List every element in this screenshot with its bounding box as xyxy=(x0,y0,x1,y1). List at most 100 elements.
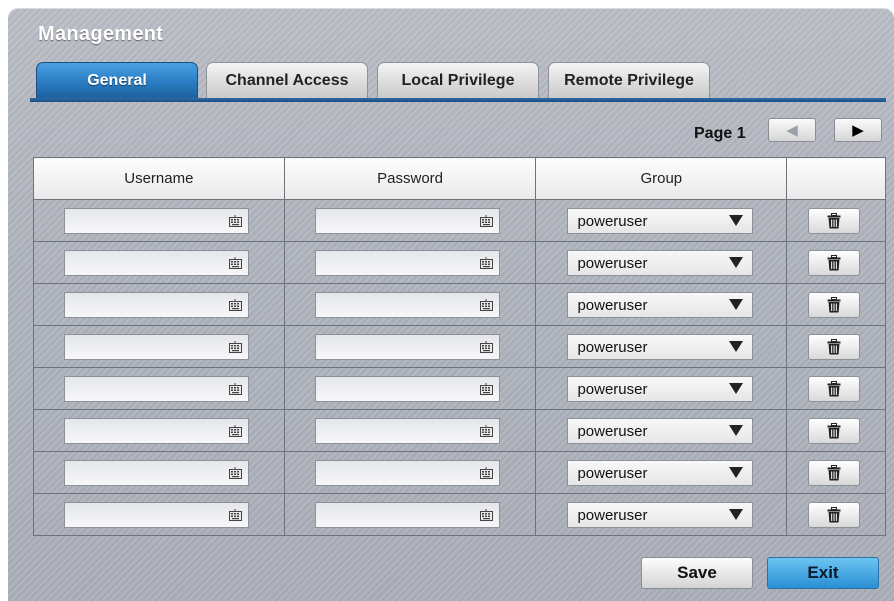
tab-general[interactable]: General xyxy=(36,62,198,99)
actions-cell xyxy=(786,493,886,536)
username-field[interactable] xyxy=(64,459,249,486)
password-field[interactable] xyxy=(314,249,500,276)
password-field[interactable] xyxy=(314,501,500,528)
chevron-down-icon xyxy=(729,214,744,226)
keyboard-icon[interactable] xyxy=(229,508,242,521)
keyboard-icon[interactable] xyxy=(229,298,242,311)
password-cell xyxy=(283,325,537,368)
group-select[interactable]: poweruser xyxy=(567,333,754,360)
table-row: poweruser xyxy=(33,451,886,494)
delete-button[interactable] xyxy=(808,249,861,276)
keyboard-icon[interactable] xyxy=(229,466,242,479)
arrow-left-icon: ◀ xyxy=(786,122,798,139)
password-cell xyxy=(283,241,537,284)
password-field[interactable] xyxy=(314,417,500,444)
group-cell: poweruser xyxy=(535,199,788,242)
user-table: Username Password Group poweruser powerus… xyxy=(33,157,886,536)
delete-button[interactable] xyxy=(808,459,861,486)
group-select[interactable]: poweruser xyxy=(567,249,754,276)
username-field[interactable] xyxy=(64,417,249,444)
password-field[interactable] xyxy=(314,459,500,486)
delete-button[interactable] xyxy=(808,375,861,402)
username-cell xyxy=(33,199,285,242)
keyboard-icon[interactable] xyxy=(479,298,493,311)
actions-cell xyxy=(786,241,886,284)
group-value: poweruser xyxy=(577,254,648,272)
tab-remote-privilege[interactable]: Remote Privilege xyxy=(548,62,710,99)
trash-icon xyxy=(827,464,841,481)
username-cell xyxy=(33,325,285,368)
delete-button[interactable] xyxy=(808,501,861,528)
group-select[interactable]: poweruser xyxy=(567,291,754,318)
password-cell xyxy=(283,283,537,326)
username-field[interactable] xyxy=(64,207,249,234)
group-cell: poweruser xyxy=(535,241,788,284)
password-cell xyxy=(283,199,537,242)
keyboard-icon[interactable] xyxy=(479,508,493,521)
save-button[interactable]: Save xyxy=(641,557,753,589)
group-value: poweruser xyxy=(577,506,648,524)
tab-channel-access[interactable]: Channel Access xyxy=(206,62,368,99)
keyboard-icon[interactable] xyxy=(479,466,493,479)
tab-label: Local Privilege xyxy=(401,72,515,89)
delete-button[interactable] xyxy=(808,333,861,360)
keyboard-icon[interactable] xyxy=(229,214,242,227)
group-cell: poweruser xyxy=(535,451,788,494)
delete-button[interactable] xyxy=(808,207,861,234)
delete-button[interactable] xyxy=(808,417,861,444)
table-row: poweruser xyxy=(33,241,886,284)
keyboard-icon[interactable] xyxy=(229,256,242,269)
keyboard-icon[interactable] xyxy=(479,382,493,395)
password-field[interactable] xyxy=(314,333,500,360)
chevron-down-icon xyxy=(729,256,744,268)
table-row: poweruser xyxy=(33,325,886,368)
delete-button[interactable] xyxy=(808,291,861,318)
exit-button[interactable]: Exit xyxy=(767,557,879,589)
tab-label: General xyxy=(87,72,147,89)
username-field[interactable] xyxy=(64,501,249,528)
username-field[interactable] xyxy=(64,375,249,402)
group-select[interactable]: poweruser xyxy=(567,375,754,402)
keyboard-icon[interactable] xyxy=(229,340,242,353)
table-row: poweruser xyxy=(33,283,886,326)
actions-cell xyxy=(786,325,886,368)
group-value: poweruser xyxy=(577,212,648,230)
keyboard-icon[interactable] xyxy=(229,382,242,395)
actions-cell xyxy=(786,451,886,494)
keyboard-icon[interactable] xyxy=(479,256,493,269)
actions-cell xyxy=(786,367,886,410)
group-select[interactable]: poweruser xyxy=(567,417,754,444)
group-value: poweruser xyxy=(577,422,648,440)
password-cell xyxy=(283,451,537,494)
username-cell xyxy=(33,493,285,536)
password-field[interactable] xyxy=(314,375,500,402)
tab-label: Channel Access xyxy=(225,72,349,89)
table-header-row: Username Password Group xyxy=(33,157,886,200)
password-cell xyxy=(283,493,537,536)
keyboard-icon[interactable] xyxy=(479,424,493,437)
tab-local-privilege[interactable]: Local Privilege xyxy=(377,62,539,99)
table-row: poweruser xyxy=(33,493,886,536)
keyboard-icon[interactable] xyxy=(479,340,493,353)
username-field[interactable] xyxy=(64,291,249,318)
password-field[interactable] xyxy=(314,291,500,318)
actions-cell xyxy=(786,199,886,242)
keyboard-icon[interactable] xyxy=(479,214,493,227)
group-cell: poweruser xyxy=(535,283,788,326)
chevron-down-icon xyxy=(729,382,744,394)
username-field[interactable] xyxy=(64,333,249,360)
password-field[interactable] xyxy=(314,207,500,234)
trash-icon xyxy=(827,296,841,313)
table-row: poweruser xyxy=(33,409,886,452)
keyboard-icon[interactable] xyxy=(229,424,242,437)
tab-underline xyxy=(30,98,886,102)
group-select[interactable]: poweruser xyxy=(567,501,754,528)
trash-icon xyxy=(827,254,841,271)
next-page-button[interactable]: ▶ xyxy=(834,118,882,142)
chevron-down-icon xyxy=(729,424,744,436)
prev-page-button[interactable]: ◀ xyxy=(768,118,816,142)
username-field[interactable] xyxy=(64,249,249,276)
group-select[interactable]: poweruser xyxy=(567,459,754,486)
column-header-password: Password xyxy=(283,157,537,200)
group-select[interactable]: poweruser xyxy=(567,207,754,234)
